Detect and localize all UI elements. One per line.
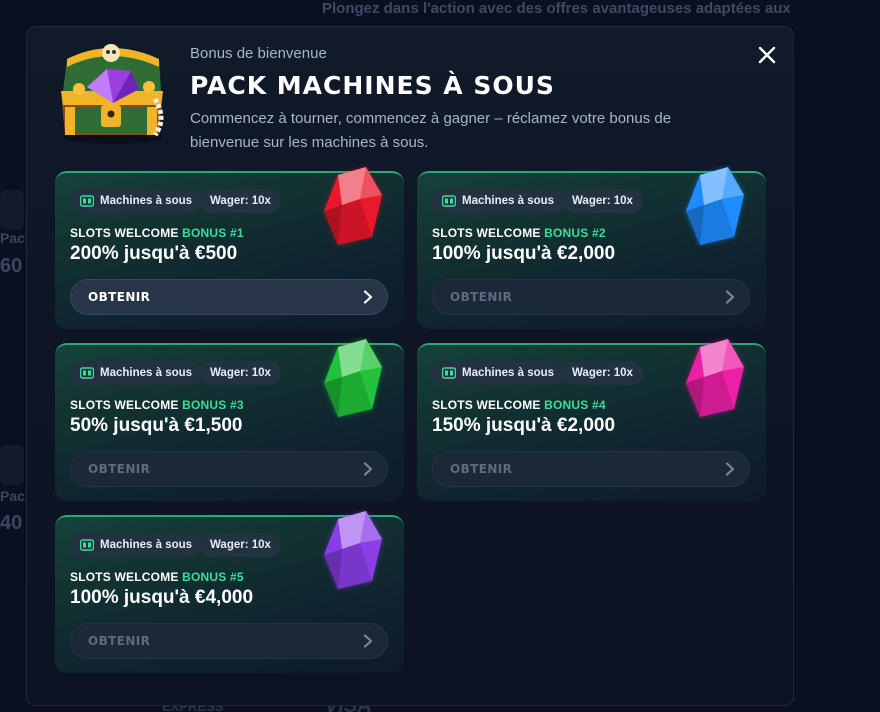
chevron-right-icon [363,462,373,476]
bonus-label: SLOTS WELCOME BONUS #5 [70,570,244,584]
bonus-card: Machines à sous Wager: 10x SLOTS WELCOME… [55,167,404,329]
game-type-label: Machines à sous [100,367,193,379]
wager-label: Wager: 10x [572,195,633,207]
bonus-number: BONUS #4 [544,398,606,412]
background-label: 60 [0,255,23,277]
wager-label: Wager: 10x [210,539,271,551]
purple-gem-icon [324,511,382,589]
bonus-value: 100% jusqu'à €4,000 [70,587,254,608]
bonus-card: Machines à sous Wager: 10x SLOTS WELCOME… [55,511,404,673]
bonus-card: Machines à sous Wager: 10x SLOTS WELCOME… [55,339,404,501]
green-gem-icon [324,339,382,417]
slot-machine-icon [80,367,94,379]
slot-machine-icon [80,195,94,207]
bonus-label-prefix: SLOTS WELCOME [432,226,545,240]
bonus-value: 200% jusqu'à €500 [70,243,238,264]
close-icon[interactable] [757,45,777,65]
game-type-chip: Machines à sous [432,361,565,385]
modal-description: Commencez à tourner, commencez à gagner … [190,110,672,151]
red-gem-icon [324,167,382,245]
game-type-chip: Machines à sous [70,533,203,557]
welcome-bonus-modal: Bonus de bienvenue PACK MACHINES À SOUS … [26,26,794,706]
bonus-card: Machines à sous Wager: 10x SLOTS WELCOME… [417,167,766,329]
modal-title: PACK MACHINES À SOUS [190,71,555,100]
bonus-value: 50% jusqu'à €1,500 [70,415,243,436]
claim-button[interactable]: OBTENIR [70,451,388,487]
claim-button[interactable]: OBTENIR [432,279,750,315]
claim-button-label: OBTENIR [88,290,151,304]
wager-chip: Wager: 10x [200,189,281,213]
wager-chip: Wager: 10x [200,533,281,557]
slot-machine-icon [442,367,456,379]
wager-label: Wager: 10x [210,195,271,207]
claim-button-label: OBTENIR [450,290,513,304]
wager-label: Wager: 10x [572,367,633,379]
chevron-right-icon [363,290,373,304]
game-type-label: Machines à sous [462,367,555,379]
bonus-label-prefix: SLOTS WELCOME [70,226,183,240]
bonus-label: SLOTS WELCOME BONUS #4 [432,398,606,412]
background-label: 40 [0,512,23,534]
treasure-chest-icon [61,44,164,144]
claim-button[interactable]: OBTENIR [70,623,388,659]
chevron-right-icon [725,290,735,304]
modal-subtitle: Bonus de bienvenue [190,45,327,62]
pink-gem-icon [686,339,744,417]
bonus-number: BONUS #2 [544,226,606,240]
game-type-label: Machines à sous [462,195,555,207]
game-type-chip: Machines à sous [70,361,203,385]
bonus-value: 100% jusqu'à €2,000 [432,243,616,264]
close-button[interactable] [757,45,777,65]
claim-button-label: OBTENIR [88,634,151,648]
bonus-label: SLOTS WELCOME BONUS #1 [70,226,244,240]
claim-button-label: OBTENIR [88,462,151,476]
bonus-number: BONUS #3 [182,398,244,412]
chevron-right-icon [725,462,735,476]
wager-chip: Wager: 10x [562,189,643,213]
claim-button[interactable]: OBTENIR [432,451,750,487]
wager-label: Wager: 10x [210,367,271,379]
game-type-chip: Machines à sous [70,189,203,213]
game-type-label: Machines à sous [100,195,193,207]
claim-button-label: OBTENIR [450,462,513,476]
game-type-chip: Machines à sous [432,189,565,213]
blue-gem-icon [686,167,744,245]
wager-chip: Wager: 10x [562,361,643,385]
bonus-label-prefix: SLOTS WELCOME [70,570,183,584]
bonus-label-prefix: SLOTS WELCOME [432,398,545,412]
slot-machine-icon [442,195,456,207]
bonus-number: BONUS #1 [182,226,244,240]
bonus-label: SLOTS WELCOME BONUS #3 [70,398,244,412]
chevron-right-icon [363,634,373,648]
slot-machine-icon [80,539,94,551]
bonus-label-prefix: SLOTS WELCOME [70,398,183,412]
background-card [0,190,24,230]
bonus-value: 150% jusqu'à €2,000 [432,415,616,436]
bonus-card: Machines à sous Wager: 10x SLOTS WELCOME… [417,339,766,501]
wager-chip: Wager: 10x [200,361,281,385]
bonus-number: BONUS #5 [182,570,244,584]
game-type-label: Machines à sous [100,539,193,551]
background-card [0,445,24,485]
background-hero-text: Plongez dans l'action avec des offres av… [322,0,791,17]
claim-button[interactable]: OBTENIR [70,279,388,315]
bonus-label: SLOTS WELCOME BONUS #2 [432,226,606,240]
